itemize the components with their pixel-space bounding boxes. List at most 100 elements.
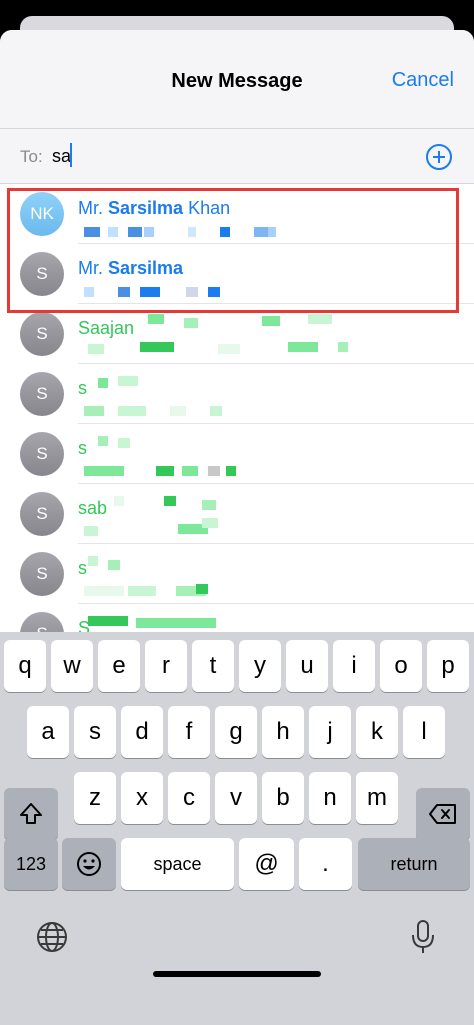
contact-name-match: Sarsilma [108, 198, 184, 218]
redacted-detail [254, 227, 268, 237]
recipient-row: To: [0, 128, 474, 184]
redacted-detail [136, 618, 216, 628]
at-key[interactable]: @ [239, 838, 294, 890]
key-e[interactable]: e [98, 640, 140, 692]
key-s[interactable]: s [74, 706, 116, 758]
redacted-detail [288, 342, 318, 352]
redacted-detail [144, 227, 154, 237]
contact-row[interactable]: Ss [0, 424, 474, 484]
redacted-detail [84, 406, 104, 416]
key-l[interactable]: l [403, 706, 445, 758]
redacted-detail [308, 314, 332, 324]
key-v[interactable]: v [215, 772, 257, 824]
key-o[interactable]: o [380, 640, 422, 692]
redacted-detail [108, 227, 118, 237]
avatar: S [20, 252, 64, 296]
key-a[interactable]: a [27, 706, 69, 758]
key-q[interactable]: q [4, 640, 46, 692]
return-key[interactable]: return [358, 838, 470, 890]
redacted-detail [156, 466, 174, 476]
contact-suggestions: NK Mr. Sarsilma Khan S Mr. Sarsilma S Saajan S… [0, 184, 474, 664]
key-n[interactable]: n [309, 772, 351, 824]
emoji-key[interactable] [62, 838, 116, 890]
add-contact-icon[interactable] [426, 144, 452, 170]
redacted-detail [98, 378, 108, 388]
text-caret [70, 143, 72, 167]
key-z[interactable]: z [74, 772, 116, 824]
contact-name: s [78, 378, 87, 399]
key-w[interactable]: w [51, 640, 93, 692]
contact-row[interactable]: Ssab [0, 484, 474, 544]
redacted-detail [210, 406, 222, 416]
key-x[interactable]: x [121, 772, 163, 824]
microphone-icon[interactable] [408, 918, 438, 956]
key-g[interactable]: g [215, 706, 257, 758]
redacted-detail [208, 287, 220, 297]
recipient-input[interactable] [52, 144, 352, 168]
key-i[interactable]: i [333, 640, 375, 692]
contact-name-prefix: Mr. [78, 198, 108, 218]
redacted-detail [84, 526, 98, 536]
keyboard: 123 space @ . return qwertyuiop asdfghjkl… [0, 632, 474, 1025]
numbers-key[interactable]: 123 [4, 838, 58, 890]
delete-key[interactable] [416, 788, 470, 840]
emoji-icon [77, 852, 101, 876]
key-j[interactable]: j [309, 706, 351, 758]
redacted-detail [84, 466, 124, 476]
key-m[interactable]: m [356, 772, 398, 824]
redacted-detail [202, 518, 218, 528]
contact-name-prefix: s [78, 378, 87, 398]
to-label: To: [20, 147, 43, 166]
redacted-detail [88, 344, 104, 354]
contact-name-prefix: s [78, 438, 87, 458]
redacted-detail [84, 227, 100, 237]
avatar: S [20, 312, 64, 356]
contact-name: Saajan [78, 318, 134, 339]
redacted-detail [118, 438, 130, 448]
key-d[interactable]: d [121, 706, 163, 758]
cancel-button[interactable]: Cancel [392, 69, 454, 92]
redacted-detail [188, 227, 196, 237]
redacted-detail [118, 406, 146, 416]
redacted-detail [338, 342, 348, 352]
contact-name: s [78, 438, 87, 459]
redacted-detail [208, 466, 220, 476]
home-indicator [153, 971, 321, 977]
key-p[interactable]: p [427, 640, 469, 692]
contact-name: Mr. Sarsilma [78, 258, 183, 279]
avatar: S [20, 432, 64, 476]
key-t[interactable]: t [192, 640, 234, 692]
contact-row[interactable]: S Saajan [0, 304, 474, 364]
avatar: S [20, 492, 64, 536]
key-u[interactable]: u [286, 640, 328, 692]
key-r[interactable]: r [145, 640, 187, 692]
contact-row[interactable]: Ss [0, 544, 474, 604]
contact-row[interactable]: S Mr. Sarsilma [0, 244, 474, 304]
globe-icon[interactable] [34, 919, 70, 955]
redacted-detail [220, 227, 230, 237]
redacted-detail [186, 287, 198, 297]
key-k[interactable]: k [356, 706, 398, 758]
key-c[interactable]: c [168, 772, 210, 824]
redacted-detail [218, 344, 240, 354]
contact-name-suffix: Khan [183, 198, 231, 218]
contact-name: sab [78, 498, 107, 519]
avatar: S [20, 552, 64, 596]
header: New Message Cancel [0, 30, 474, 128]
contact-row[interactable]: Ss [0, 364, 474, 424]
redacted-detail [84, 287, 94, 297]
key-b[interactable]: b [262, 772, 304, 824]
key-f[interactable]: f [168, 706, 210, 758]
space-key[interactable]: space [121, 838, 234, 890]
shift-key[interactable] [4, 788, 58, 840]
redacted-detail [140, 342, 174, 352]
avatar: S [20, 372, 64, 416]
key-h[interactable]: h [262, 706, 304, 758]
key-y[interactable]: y [239, 640, 281, 692]
period-key[interactable]: . [299, 838, 352, 890]
contact-row[interactable]: NK Mr. Sarsilma Khan [0, 184, 474, 244]
redacted-detail [184, 318, 198, 328]
redacted-detail [128, 227, 142, 237]
avatar: NK [20, 192, 64, 236]
redacted-detail [84, 586, 124, 596]
